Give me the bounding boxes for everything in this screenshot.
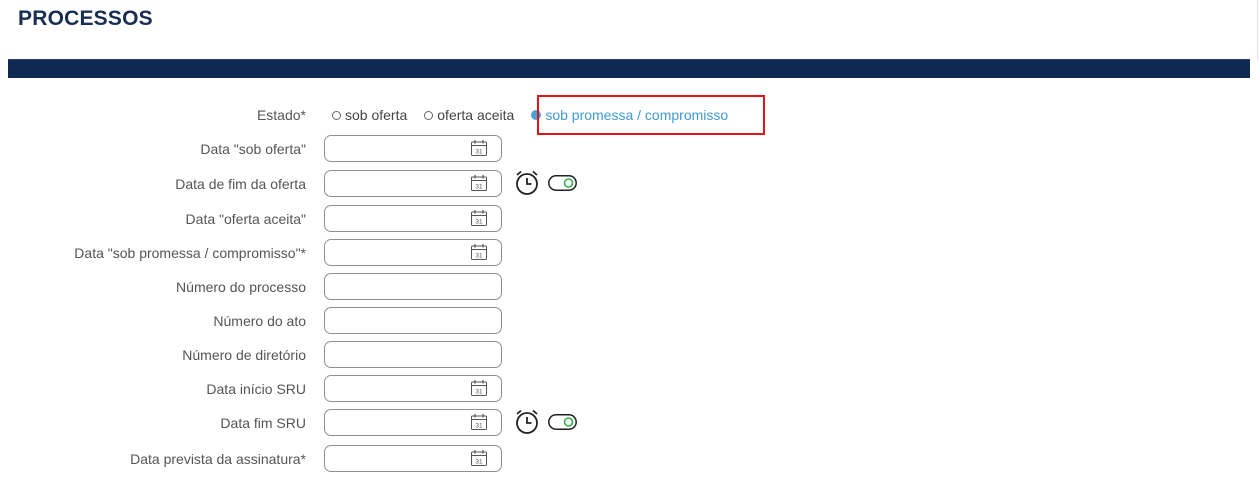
- radio-label: sob oferta: [345, 107, 408, 123]
- calendar-icon[interactable]: 31: [470, 174, 488, 192]
- field-label: Data prevista da assinatura*: [130, 451, 306, 467]
- svg-text:31: 31: [475, 459, 483, 466]
- data-fim-oferta-row: Data de fim da oferta 31: [0, 170, 1000, 198]
- svg-text:31: 31: [475, 389, 483, 396]
- field-label: Número de diretório: [182, 347, 306, 363]
- alarm-clock-icon[interactable]: [514, 169, 540, 197]
- svg-text:31: 31: [475, 184, 483, 191]
- radio-circle-selected[interactable]: [531, 110, 542, 120]
- svg-text:31: 31: [475, 219, 483, 226]
- field-label: Data "oferta aceita": [185, 211, 306, 227]
- estado-radio-group: sob oferta oferta aceita sob promessa / …: [332, 101, 728, 129]
- data-inicio-sru-row: Data início SRU 31: [0, 375, 1000, 403]
- field-label: Data início SRU: [206, 381, 306, 397]
- divider: [1257, 0, 1258, 60]
- calendar-icon[interactable]: 31: [470, 139, 488, 157]
- calendar-icon[interactable]: 31: [470, 413, 488, 431]
- field-label: Número do processo: [176, 279, 306, 295]
- calendar-icon[interactable]: 31: [470, 379, 488, 397]
- data-fim-sru-row: Data fim SRU 31: [0, 409, 1000, 437]
- numero-diretorio-input[interactable]: [324, 341, 502, 368]
- toggle-switch[interactable]: [548, 414, 577, 430]
- field-label: Data "sob promessa / compromisso"*: [74, 245, 306, 261]
- calendar-icon[interactable]: 31: [470, 449, 488, 467]
- data-sob-promessa-row: Data "sob promessa / compromisso"* 31: [0, 239, 1000, 267]
- data-oferta-aceita-row: Data "oferta aceita" 31: [0, 205, 1000, 233]
- radio-label: oferta aceita: [437, 107, 515, 123]
- radio-circle[interactable]: [424, 110, 434, 120]
- toggle-switch[interactable]: [548, 175, 577, 191]
- radio-label: sob promessa / compromisso: [545, 107, 729, 123]
- field-label: Data fim SRU: [220, 415, 306, 431]
- calendar-icon[interactable]: 31: [470, 243, 488, 261]
- numero-ato-row: Número do ato: [0, 307, 1000, 335]
- data-sob-oferta-row: Data "sob oferta" 31: [0, 135, 1000, 163]
- section-header-bar: [8, 59, 1250, 78]
- estado-label: Estado*: [256, 107, 306, 123]
- numero-diretorio-row: Número de diretório: [0, 341, 1000, 369]
- field-label: Número do ato: [213, 313, 306, 329]
- svg-text:31: 31: [475, 149, 483, 156]
- radio-sob-oferta[interactable]: sob oferta: [332, 107, 407, 123]
- alarm-clock-icon[interactable]: [514, 408, 540, 436]
- numero-processo-input[interactable]: [324, 273, 502, 300]
- field-label: Data "sob oferta": [200, 141, 306, 157]
- radio-oferta-aceita[interactable]: oferta aceita: [424, 107, 514, 123]
- estado-row: Estado* sob oferta oferta aceita sob pro…: [0, 95, 1000, 135]
- numero-ato-input[interactable]: [324, 307, 502, 334]
- svg-text:31: 31: [475, 253, 483, 260]
- radio-circle[interactable]: [332, 110, 341, 120]
- data-prevista-assinatura-row: Data prevista da assinatura* 31: [0, 445, 1000, 473]
- page-title: PROCESSOS: [18, 7, 153, 30]
- svg-text:31: 31: [475, 423, 483, 430]
- field-label: Data de fim da oferta: [175, 176, 306, 192]
- calendar-icon[interactable]: 31: [470, 209, 488, 227]
- numero-processo-row: Número do processo: [0, 273, 1000, 301]
- radio-sob-promessa[interactable]: sob promessa / compromisso: [531, 107, 728, 123]
